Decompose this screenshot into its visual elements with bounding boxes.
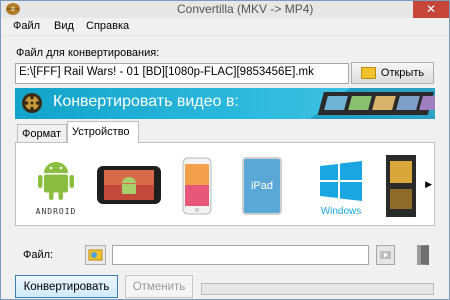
output-path-input[interactable] bbox=[112, 245, 369, 265]
menu-file[interactable]: Файл bbox=[13, 20, 40, 32]
device-box-icon bbox=[386, 155, 416, 217]
folder-icon bbox=[360, 67, 376, 79]
windows-label: Windows bbox=[320, 206, 362, 217]
convert-button[interactable]: Конвертировать bbox=[15, 275, 118, 298]
device-partial[interactable] bbox=[386, 155, 416, 219]
phone-icon bbox=[182, 157, 212, 215]
open-button-label: Открыть bbox=[380, 67, 425, 79]
folder-search-icon bbox=[88, 249, 103, 261]
windows-logo-icon bbox=[320, 161, 362, 201]
device-ipad[interactable]: iPad bbox=[242, 157, 282, 221]
cancel-button[interactable]: Отменить bbox=[125, 275, 193, 298]
close-window-button[interactable]: ✕ bbox=[413, 1, 449, 18]
output-file-label: Файл: bbox=[23, 249, 54, 261]
device-iphone[interactable] bbox=[182, 157, 212, 221]
menu-help[interactable]: Справка bbox=[86, 20, 129, 32]
app-icon bbox=[6, 3, 20, 15]
tab-format[interactable]: Формат bbox=[17, 124, 67, 143]
output-browse-button[interactable] bbox=[85, 245, 106, 265]
exit-icon[interactable] bbox=[415, 244, 433, 266]
device-windows[interactable]: Windows bbox=[316, 161, 366, 225]
play-icon bbox=[380, 251, 391, 259]
progress-bar bbox=[201, 283, 434, 295]
tablet-icon bbox=[97, 166, 161, 204]
device-android[interactable]: ANDROID bbox=[28, 157, 84, 221]
film-strip-graphic bbox=[310, 88, 435, 119]
source-file-label: Файл для конвертирования: bbox=[16, 47, 160, 59]
menu-bar: Файл Вид Справка bbox=[1, 18, 449, 36]
ipad-label: iPad bbox=[250, 180, 274, 192]
android-label: ANDROID bbox=[35, 207, 77, 216]
window-title: Convertilla (MKV -> MP4) bbox=[177, 2, 314, 16]
tab-device[interactable]: Устройство bbox=[67, 121, 139, 143]
play-button[interactable] bbox=[376, 245, 395, 265]
scroll-right-arrow[interactable]: ▶ bbox=[425, 179, 432, 190]
android-robot-icon bbox=[38, 162, 74, 200]
ipad-icon: iPad bbox=[242, 157, 282, 215]
open-button[interactable]: Открыть bbox=[351, 62, 434, 84]
title-bar: Convertilla (MKV -> MP4) ✕ bbox=[1, 1, 449, 18]
menu-view[interactable]: Вид bbox=[54, 20, 74, 32]
main-window: Convertilla (MKV -> MP4) ✕ Файл Вид Спра… bbox=[0, 0, 450, 300]
banner-title: Конвертировать видео в: bbox=[53, 93, 239, 110]
convert-banner: Конвертировать видео в: bbox=[15, 88, 435, 119]
film-reel-icon bbox=[22, 93, 42, 113]
device-android-tablet[interactable] bbox=[96, 165, 162, 229]
device-panel: ANDROID iPad Windows ▶ bbox=[15, 142, 435, 226]
source-path-input[interactable]: E:\[FFF] Rail Wars! - 01 [BD][1080p-FLAC… bbox=[15, 63, 349, 84]
